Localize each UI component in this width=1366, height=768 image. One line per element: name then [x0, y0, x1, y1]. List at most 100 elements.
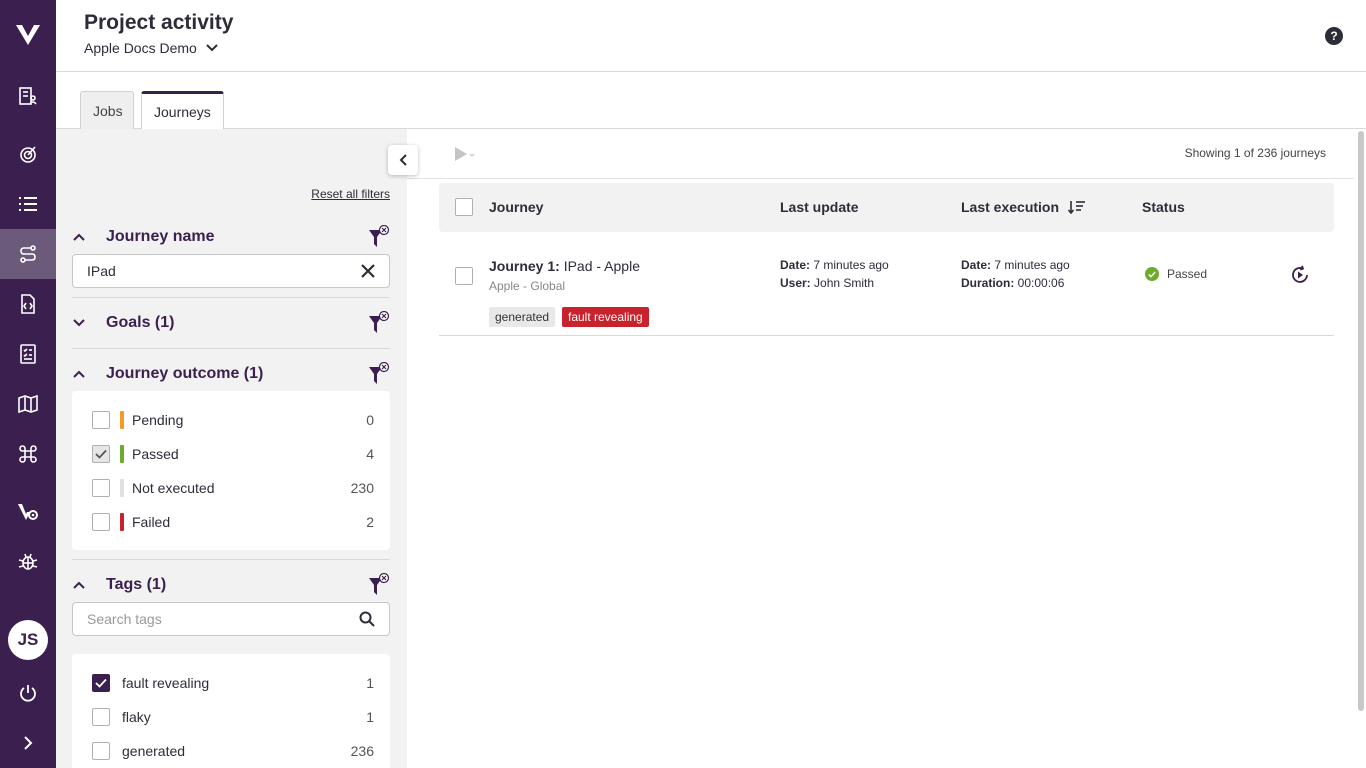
sort-descending-icon[interactable] [1067, 200, 1086, 219]
checkbox[interactable] [92, 513, 110, 531]
status-cell: Passed [1145, 267, 1207, 281]
goals-target-icon[interactable] [0, 129, 56, 179]
check-icon [95, 678, 107, 688]
list-icon[interactable] [0, 179, 56, 229]
settings-logo-icon[interactable] [0, 487, 56, 537]
column-last-execution[interactable]: Last execution [961, 199, 1059, 215]
option-label: fault revealing [122, 675, 210, 691]
last-execution-cell: Date: 7 minutes ago Duration: 00:00:06 [961, 256, 1070, 292]
option-label: Not executed [132, 480, 215, 496]
journey-name-value: IPad [87, 263, 116, 279]
row-checkbox[interactable] [455, 267, 473, 285]
results-count: Showing 1 of 236 journeys [1184, 146, 1326, 160]
journey-name-section-header[interactable]: Journey name [72, 224, 390, 249]
tab-jobs[interactable]: Jobs [80, 91, 134, 129]
date-label: Date: [961, 258, 992, 272]
chevron-down-icon [72, 318, 92, 328]
clear-filter-icon[interactable] [368, 572, 390, 602]
checkbox[interactable] [92, 479, 110, 497]
date-label: Date: [780, 258, 811, 272]
tag-option-fault-revealing[interactable]: fault revealing 1 [92, 672, 374, 694]
chevron-down-icon [206, 44, 218, 52]
search-tags-placeholder: Search tags [87, 611, 162, 627]
vertical-scrollbar[interactable] [1358, 131, 1364, 711]
clear-icon[interactable] [361, 264, 375, 281]
search-icon[interactable] [359, 611, 375, 630]
option-count: 1 [366, 675, 374, 691]
column-status[interactable]: Status [1142, 199, 1185, 215]
select-all-checkbox[interactable] [455, 198, 473, 216]
collapse-filters-button[interactable] [388, 145, 418, 175]
search-tags-input[interactable]: Search tags [72, 602, 390, 636]
journeys-icon[interactable] [0, 229, 56, 279]
filter-panel: Reset all filters Journey name IPad Goal… [56, 129, 418, 768]
tag-option-generated[interactable]: generated 236 [92, 740, 374, 762]
checkbox[interactable] [92, 742, 110, 760]
update-date: 7 minutes ago [810, 258, 889, 272]
status-label: Passed [1167, 267, 1208, 281]
expand-nav-icon[interactable] [0, 718, 56, 768]
run-play-icon[interactable] [454, 146, 476, 167]
journey-number: Journey 1: [489, 258, 560, 274]
journey-outcome-section-header[interactable]: Journey outcome (1) [72, 361, 390, 386]
reset-all-filters-link[interactable]: Reset all filters [311, 187, 390, 201]
goals-section-header[interactable]: Goals (1) [72, 310, 390, 335]
clear-filter-icon[interactable] [368, 310, 390, 340]
option-count: 236 [350, 743, 374, 759]
status-color-swatch [120, 513, 124, 531]
outcome-option-pending[interactable]: Pending 0 [92, 409, 374, 431]
help-icon[interactable]: ? [1325, 27, 1343, 45]
execution-duration: 00:00:06 [1014, 276, 1065, 290]
checkbox-checked[interactable] [92, 445, 110, 463]
organization-icon[interactable] [0, 71, 56, 121]
logo-icon[interactable] [0, 10, 56, 60]
left-nav-rail: JS [0, 0, 56, 768]
power-icon[interactable] [0, 668, 56, 718]
table-row[interactable]: Journey 1: IPad - Apple Apple - Global g… [439, 235, 1334, 336]
checklist-icon[interactable] [0, 329, 56, 379]
divider [72, 348, 390, 349]
clear-filter-icon[interactable] [368, 361, 390, 391]
command-icon[interactable] [0, 429, 56, 479]
update-user: John Smith [810, 276, 875, 290]
journey-title[interactable]: Journey 1: IPad - Apple [489, 258, 640, 274]
tags-section-header[interactable]: Tags (1) [72, 572, 390, 597]
user-avatar[interactable]: JS [8, 620, 48, 660]
chevron-up-icon [72, 232, 92, 242]
outcome-option-not-executed[interactable]: Not executed 230 [92, 477, 374, 499]
clear-filter-icon[interactable] [368, 224, 390, 254]
chevron-left-icon [399, 154, 407, 166]
page-header: Project activity Apple Docs Demo ? [56, 0, 1366, 72]
code-file-icon[interactable] [0, 279, 56, 329]
duration-label: Duration: [961, 276, 1015, 290]
chevron-up-icon [72, 369, 92, 379]
option-count: 0 [366, 412, 374, 428]
option-count: 4 [366, 446, 374, 462]
goals-title: Goals (1) [106, 314, 175, 331]
tag-option-flaky[interactable]: flaky 1 [92, 706, 374, 728]
bug-icon[interactable] [0, 537, 56, 587]
checkbox[interactable] [92, 708, 110, 726]
tab-journeys[interactable]: Journeys [141, 91, 224, 130]
column-journey[interactable]: Journey [489, 199, 543, 215]
column-last-update[interactable]: Last update [780, 199, 859, 215]
last-update-cell: Date: 7 minutes ago User: John Smith [780, 256, 889, 292]
list-toolbar: Showing 1 of 236 journeys [407, 129, 1354, 179]
checkbox[interactable] [92, 411, 110, 429]
project-selector[interactable]: Apple Docs Demo [84, 40, 219, 56]
checkbox-checked[interactable] [92, 674, 110, 692]
map-icon[interactable] [0, 379, 56, 429]
journey-name-input[interactable]: IPad [72, 254, 390, 288]
status-color-swatch [120, 411, 124, 429]
outcome-option-failed[interactable]: Failed 2 [92, 511, 374, 533]
option-count: 2 [366, 514, 374, 530]
option-label: Failed [132, 514, 171, 530]
journey-outcome-title: Journey outcome (1) [106, 365, 264, 382]
tab-bar: Jobs Journeys [56, 72, 1366, 130]
outcome-option-passed[interactable]: Passed 4 [92, 443, 374, 465]
rerun-journey-icon[interactable] [1290, 265, 1310, 290]
option-label: Passed [132, 446, 179, 462]
user-label: User: [780, 276, 811, 290]
option-label: flaky [122, 709, 151, 725]
divider [72, 559, 390, 560]
